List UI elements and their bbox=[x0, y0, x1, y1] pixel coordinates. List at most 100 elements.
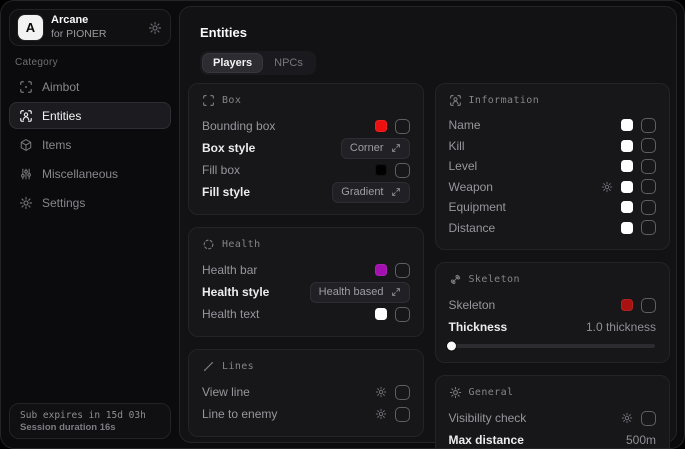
slider-fill bbox=[450, 344, 452, 348]
color-swatch[interactable] bbox=[375, 264, 387, 276]
row-label: Distance bbox=[449, 221, 614, 235]
equipment-checkbox[interactable] bbox=[641, 200, 656, 215]
panel-general: General Visibility check Max distance 50… bbox=[435, 375, 671, 449]
row-fill-box: Fill box bbox=[202, 159, 410, 181]
name-checkbox[interactable] bbox=[641, 118, 656, 133]
sidebar-item-label: Items bbox=[42, 138, 71, 152]
max-distance-value: 500m bbox=[626, 433, 656, 447]
information-icon bbox=[449, 94, 462, 107]
gear-icon bbox=[449, 386, 462, 399]
dropdown-value: Health based bbox=[319, 286, 384, 298]
skeleton-checkbox[interactable] bbox=[641, 298, 656, 313]
color-swatch[interactable] bbox=[375, 164, 387, 176]
health-bar-checkbox[interactable] bbox=[395, 263, 410, 278]
right-column: Information Name Kill Level bbox=[435, 83, 671, 449]
sidebar-item-aimbot[interactable]: Aimbot bbox=[9, 73, 171, 100]
fill-style-dropdown[interactable]: Gradient bbox=[332, 182, 409, 203]
sidebar: A Arcane for PIONER Category Aimbot Enti… bbox=[1, 1, 179, 448]
row-label: Skeleton bbox=[449, 298, 614, 312]
row-label: Health style bbox=[202, 285, 302, 299]
dotted-circle-icon bbox=[202, 238, 215, 251]
sidebar-item-miscellaneous[interactable]: Miscellaneous bbox=[9, 160, 171, 187]
row-label: Level bbox=[449, 159, 614, 173]
row-label: Health bar bbox=[202, 263, 367, 277]
panel-information-header: Information bbox=[449, 94, 657, 107]
color-swatch[interactable] bbox=[621, 160, 633, 172]
health-text-checkbox[interactable] bbox=[395, 307, 410, 322]
box-style-dropdown[interactable]: Corner bbox=[341, 138, 410, 159]
app-title-block: Arcane for PIONER bbox=[51, 14, 106, 41]
row-label: View line bbox=[202, 385, 367, 399]
left-column: Box Bounding box Box style Corner bbox=[188, 83, 424, 437]
entity-type-tabs: Players NPCs bbox=[200, 51, 316, 75]
row-label: Fill style bbox=[202, 185, 324, 199]
row-label: Health text bbox=[202, 307, 367, 321]
level-checkbox[interactable] bbox=[641, 159, 656, 174]
slider-thumb[interactable] bbox=[447, 342, 456, 351]
row-health-style: Health style Health based bbox=[202, 281, 410, 303]
row-kill: Kill bbox=[449, 136, 657, 157]
view-line-checkbox[interactable] bbox=[395, 385, 410, 400]
sidebar-item-items[interactable]: Items bbox=[9, 131, 171, 158]
page-title: Entities bbox=[200, 25, 676, 40]
expand-icon bbox=[391, 287, 401, 297]
row-label: Thickness bbox=[449, 320, 578, 334]
panel-title: Information bbox=[469, 95, 540, 106]
row-skeleton: Skeleton bbox=[449, 294, 657, 316]
expand-icon bbox=[391, 143, 401, 153]
tab-npcs[interactable]: NPCs bbox=[264, 54, 313, 72]
row-thickness: Thickness 1.0 thickness bbox=[449, 316, 657, 338]
panel-health: Health Health bar Health style Health ba… bbox=[188, 227, 424, 337]
panel-lines-header: Lines bbox=[202, 360, 410, 373]
weapon-checkbox[interactable] bbox=[641, 179, 656, 194]
color-swatch[interactable] bbox=[621, 201, 633, 213]
sidebar-header: A Arcane for PIONER bbox=[9, 9, 171, 46]
row-label: Line to enemy bbox=[202, 407, 367, 421]
app-logo: A bbox=[18, 15, 43, 40]
view-line-config-gear-icon[interactable] bbox=[375, 386, 387, 398]
row-box-style: Box style Corner bbox=[202, 137, 410, 159]
sidebar-item-entities[interactable]: Entities bbox=[9, 102, 171, 129]
panel-box: Box Bounding box Box style Corner bbox=[188, 83, 424, 215]
bounding-box-checkbox[interactable] bbox=[395, 119, 410, 134]
sidebar-item-label: Miscellaneous bbox=[42, 167, 118, 181]
color-swatch[interactable] bbox=[621, 181, 633, 193]
color-swatch[interactable] bbox=[621, 222, 633, 234]
visibility-check-checkbox[interactable] bbox=[641, 411, 656, 426]
sidebar-nav: Aimbot Entities Items Miscellaneous Sett… bbox=[9, 73, 171, 216]
sub-expiry-text: Sub expires in 15d 03h bbox=[20, 410, 160, 421]
panel-title: Lines bbox=[222, 361, 254, 372]
session-duration-text: Session duration 16s bbox=[20, 422, 160, 433]
panel-title: Box bbox=[222, 95, 241, 106]
line-to-enemy-config-gear-icon[interactable] bbox=[375, 408, 387, 420]
sidebar-item-label: Aimbot bbox=[42, 80, 79, 94]
thickness-slider[interactable] bbox=[450, 344, 656, 348]
distance-checkbox[interactable] bbox=[641, 220, 656, 235]
settings-icon[interactable] bbox=[148, 21, 162, 35]
line-to-enemy-checkbox[interactable] bbox=[395, 407, 410, 422]
row-label: Fill box bbox=[202, 163, 367, 177]
color-swatch[interactable] bbox=[375, 308, 387, 320]
sidebar-item-settings[interactable]: Settings bbox=[9, 189, 171, 216]
row-label: Visibility check bbox=[449, 411, 614, 425]
color-swatch[interactable] bbox=[621, 119, 633, 131]
color-swatch[interactable] bbox=[621, 140, 633, 152]
gear-icon bbox=[19, 196, 33, 210]
weapon-config-gear-icon[interactable] bbox=[601, 181, 613, 193]
kill-checkbox[interactable] bbox=[641, 138, 656, 153]
tab-players[interactable]: Players bbox=[203, 54, 262, 72]
row-label: Bounding box bbox=[202, 119, 367, 133]
row-label: Name bbox=[449, 118, 614, 132]
visibility-config-gear-icon[interactable] bbox=[621, 412, 633, 424]
row-bounding-box: Bounding box bbox=[202, 115, 410, 137]
panels-grid: Box Bounding box Box style Corner bbox=[188, 83, 670, 434]
color-swatch[interactable] bbox=[375, 120, 387, 132]
health-style-dropdown[interactable]: Health based bbox=[310, 282, 410, 303]
color-swatch[interactable] bbox=[621, 299, 633, 311]
row-line-to-enemy: Line to enemy bbox=[202, 403, 410, 425]
bone-icon bbox=[449, 273, 462, 286]
fill-box-checkbox[interactable] bbox=[395, 163, 410, 178]
row-label: Weapon bbox=[449, 180, 594, 194]
panel-title: General bbox=[469, 387, 514, 398]
app-name: Arcane bbox=[51, 14, 106, 28]
